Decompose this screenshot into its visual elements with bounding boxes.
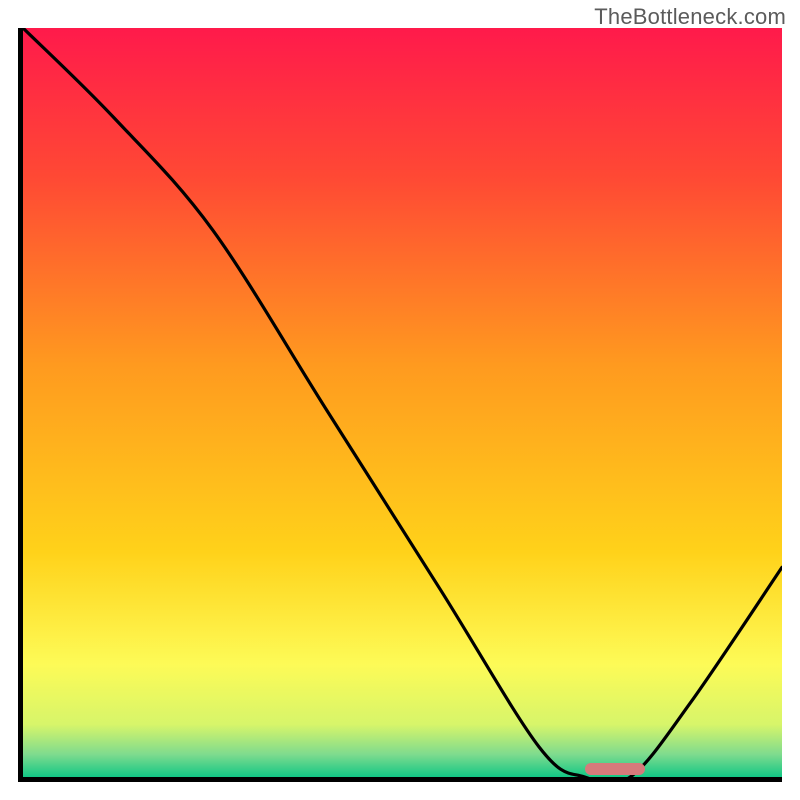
optimal-marker: [585, 763, 646, 775]
curve-path: [23, 28, 782, 777]
bottleneck-curve: [23, 28, 782, 777]
site-watermark: TheBottleneck.com: [594, 4, 786, 30]
plot-area: [18, 28, 782, 782]
chart-container: TheBottleneck.com: [0, 0, 800, 800]
